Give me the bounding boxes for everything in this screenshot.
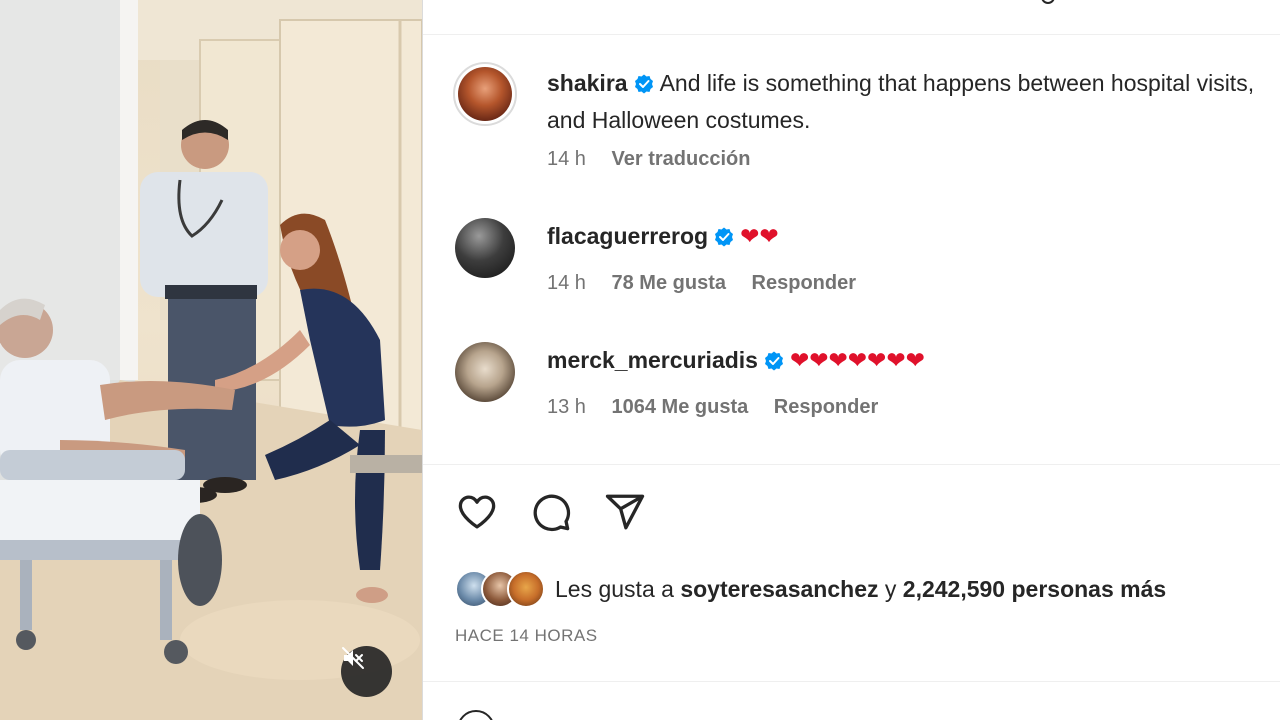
- liker-avatar[interactable]: [507, 570, 545, 608]
- comment-hearts: ❤❤: [740, 223, 779, 249]
- comment-icon[interactable]: [529, 491, 573, 533]
- likes-summary: Les gusta a soyteresasanchez y 2,242,590…: [455, 569, 1166, 609]
- caption: shakira And life is something that happen…: [547, 66, 1277, 137]
- caption-time[interactable]: 14 h: [547, 148, 586, 170]
- comment-time[interactable]: 13 h: [547, 396, 586, 418]
- comment-likes[interactable]: 1064 Me gusta: [612, 396, 749, 418]
- post-video[interactable]: [0, 0, 422, 720]
- avatar-shakira[interactable]: [453, 62, 517, 126]
- header-icon-partial: [1041, 0, 1055, 4]
- likes-text: Les gusta a soyteresasanchez y 2,242,590…: [555, 576, 1166, 603]
- likes-count[interactable]: 2,242,590 personas más: [903, 576, 1166, 602]
- likes-prefix: Les gusta a: [555, 575, 674, 602]
- video-frame-illustration: [0, 0, 422, 720]
- comment-2-meta: 13 h 1064 Me gusta Responder: [547, 396, 898, 419]
- caption-meta: 14 h Ver traducción: [547, 148, 770, 171]
- emoji-icon[interactable]: [457, 710, 495, 720]
- comment-hearts: ❤❤❤❤❤❤❤: [789, 347, 925, 373]
- caption-username[interactable]: shakira: [547, 70, 628, 96]
- comment-likes[interactable]: 78 Me gusta: [612, 272, 726, 294]
- comment-box-divider: [423, 681, 1280, 682]
- header-divider: [423, 34, 1280, 35]
- share-icon[interactable]: [603, 491, 647, 533]
- verified-badge-icon: [714, 222, 734, 256]
- avatar-flacaguerrerog[interactable]: [455, 218, 515, 278]
- comment-time[interactable]: 14 h: [547, 272, 586, 294]
- verified-badge-icon: [764, 346, 784, 380]
- comment-2: merck_mercuriadis ❤❤❤❤❤❤❤: [547, 343, 925, 380]
- reply-button[interactable]: Responder: [774, 396, 878, 418]
- comment-username[interactable]: merck_mercuriadis: [547, 347, 758, 373]
- reply-button[interactable]: Responder: [752, 272, 856, 294]
- volume-off-icon: [342, 647, 364, 669]
- instagram-post: shakira And life is something that happen…: [0, 0, 1280, 720]
- liker-username[interactable]: soyteresasanchez: [680, 576, 878, 602]
- like-icon[interactable]: [455, 491, 499, 533]
- comment-username[interactable]: flacaguerrerog: [547, 223, 708, 249]
- avatar-merck-mercuriadis[interactable]: [455, 342, 515, 402]
- likes-connector: y: [884, 575, 897, 602]
- comment-1: flacaguerrerog ❤❤: [547, 219, 779, 256]
- verified-badge-icon: [634, 69, 654, 103]
- translate-button[interactable]: Ver traducción: [612, 148, 751, 170]
- mute-toggle-button[interactable]: [341, 646, 392, 697]
- comment-1-meta: 14 h 78 Me gusta Responder: [547, 272, 876, 295]
- post-timestamp[interactable]: HACE 14 HORAS: [455, 626, 598, 646]
- post-detail-panel: shakira And life is something that happen…: [422, 0, 1280, 720]
- actions-divider: [423, 464, 1280, 465]
